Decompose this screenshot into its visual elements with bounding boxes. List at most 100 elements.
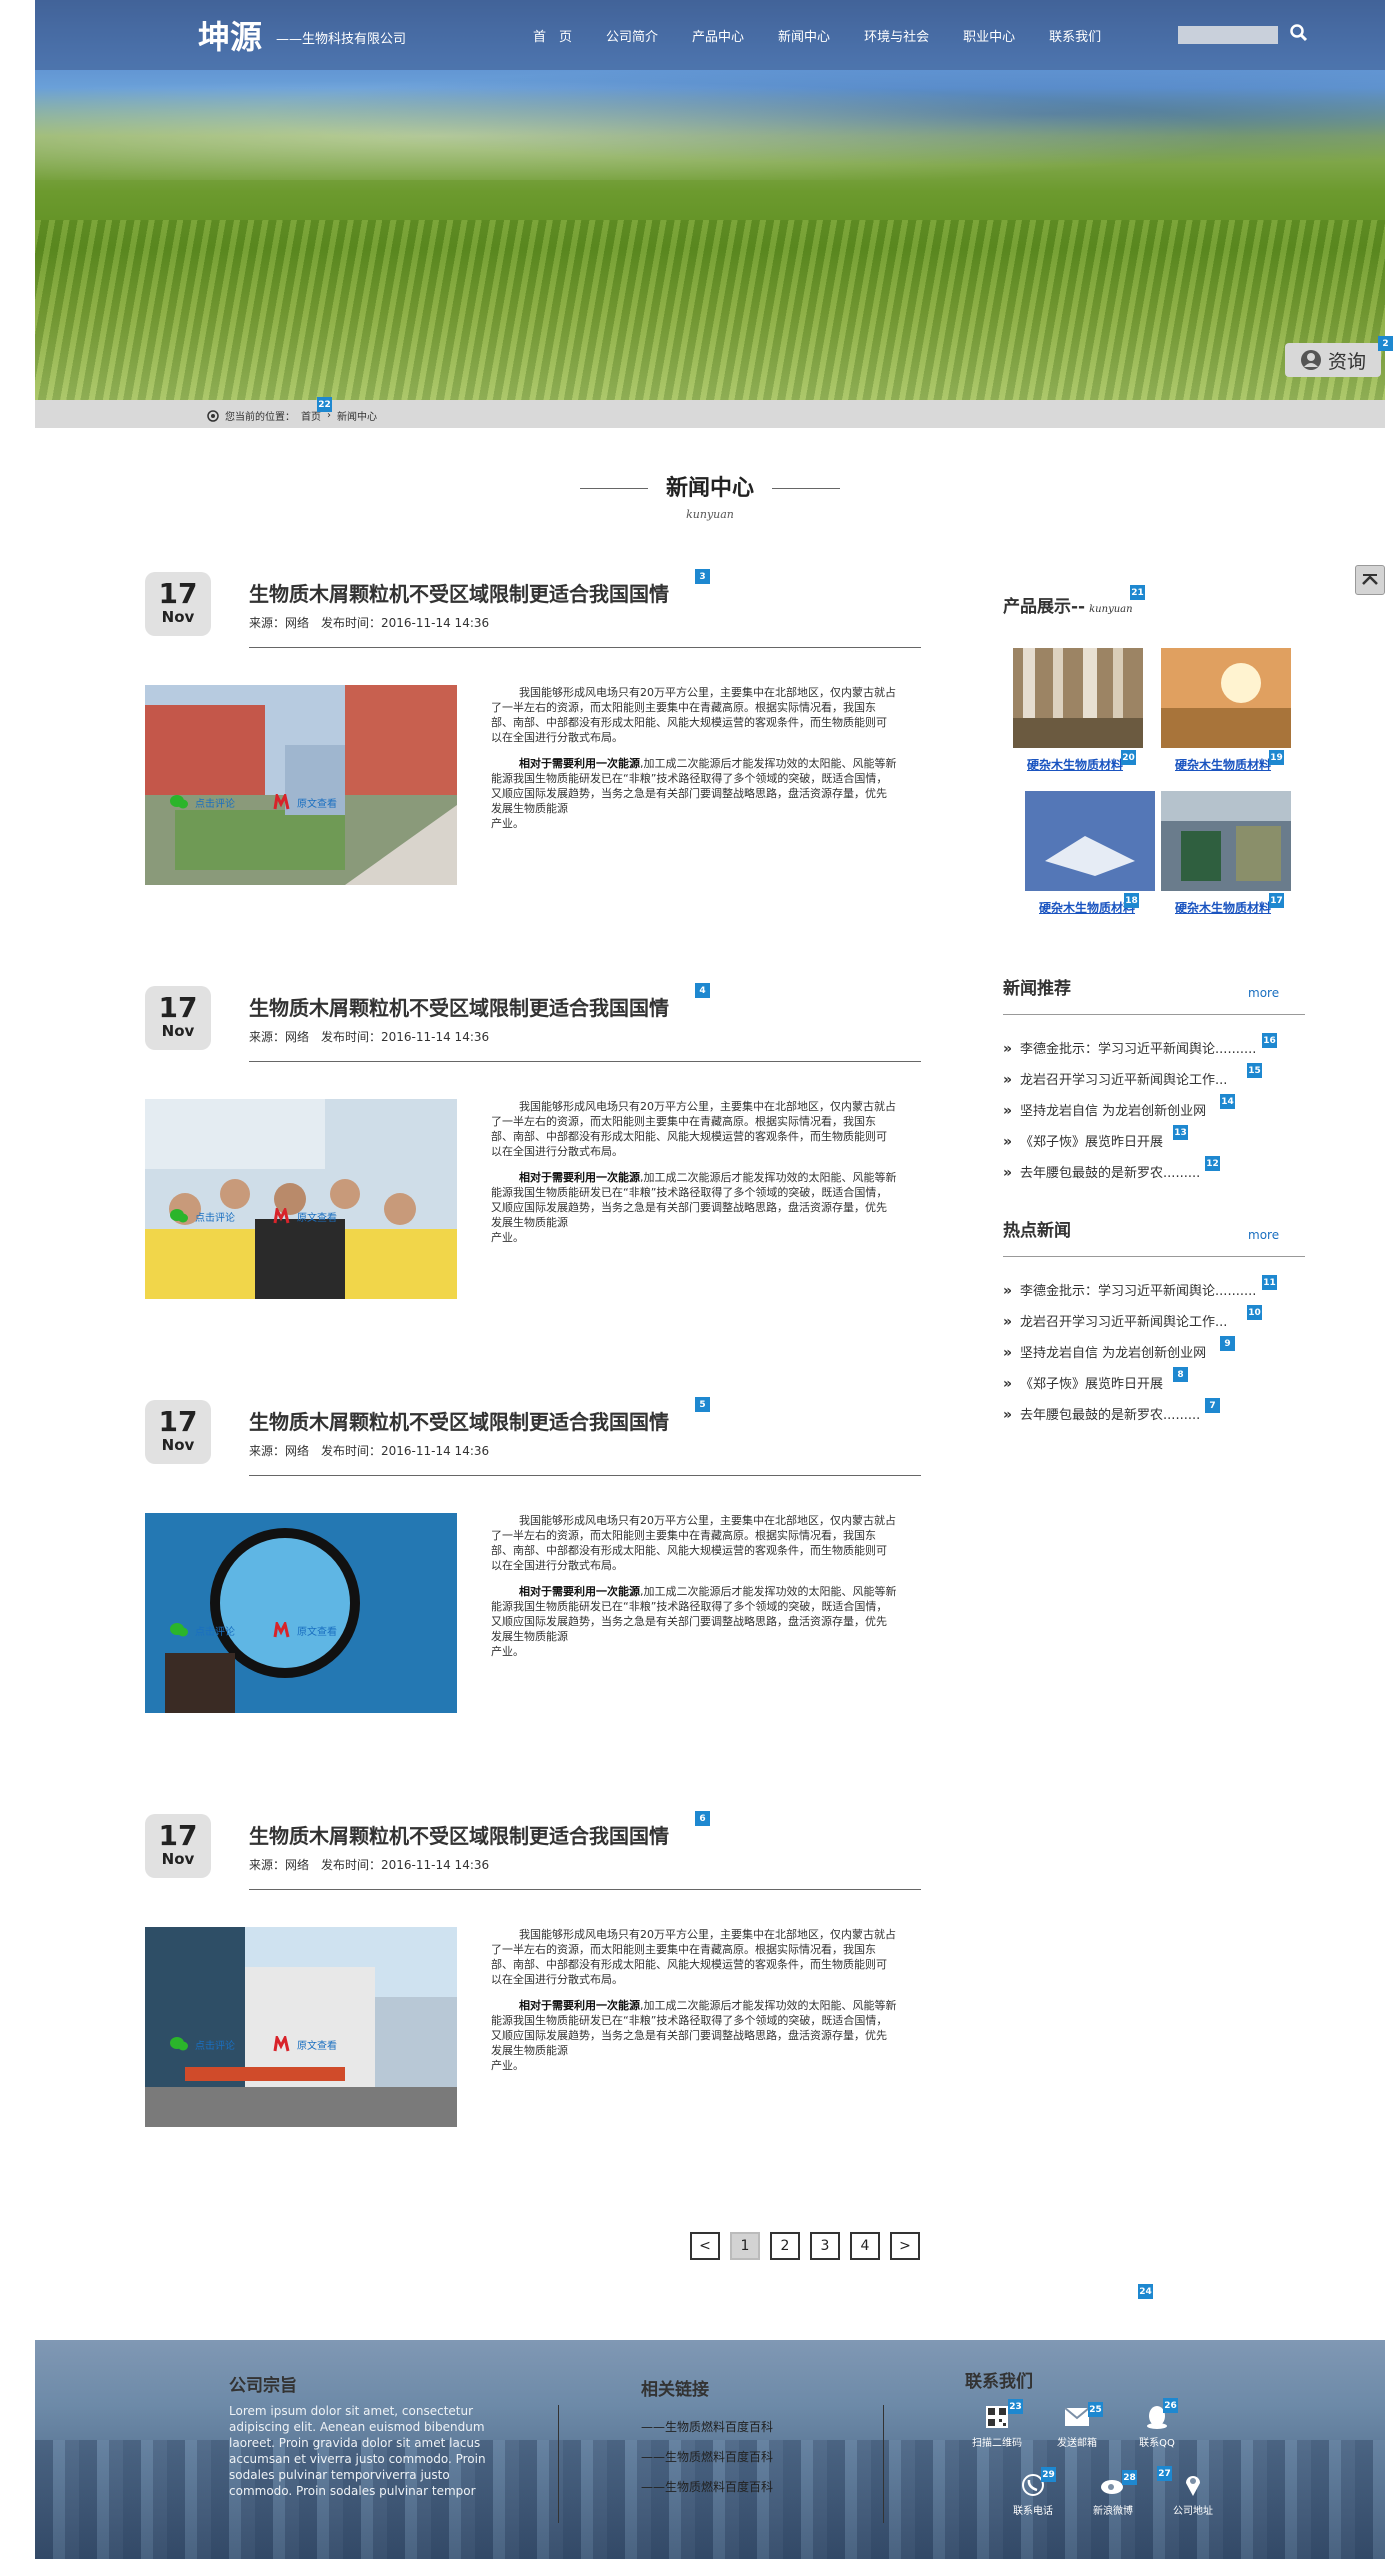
view-original-link[interactable]: 原文查看	[273, 1622, 337, 1638]
comment-link[interactable]: 点击评论	[169, 794, 235, 810]
main-nav: 首 页 公司简介 产品中心 新闻中心 环境与社会 职业中心 联系我们	[533, 26, 1135, 45]
products-subtitle: kunyuan	[1089, 604, 1133, 615]
article-image[interactable]	[145, 685, 457, 885]
product-image	[1161, 648, 1291, 748]
news-item[interactable]: » 去年腰包最鼓的是新罗农.........	[1003, 1405, 1303, 1436]
product-card[interactable]: 硬杂木生物质材料	[1013, 648, 1143, 772]
divider	[580, 488, 648, 489]
page-button[interactable]: 1	[730, 2232, 760, 2260]
article-body: 我国能够形成风电场只有20万平方公里，主要集中在北部地区，仅内蒙古就占了一半左右…	[491, 685, 897, 842]
news-item-label: 去年腰包最鼓的是新罗农.........	[1020, 1408, 1201, 1423]
search-input[interactable]	[1178, 26, 1278, 44]
view-original-link[interactable]: 原文查看	[273, 794, 337, 810]
consult-button[interactable]: 资询	[1285, 343, 1381, 377]
logo-subtitle: ——生物科技有限公司	[276, 32, 407, 47]
divider	[249, 1061, 921, 1062]
nav-products[interactable]: 产品中心	[692, 26, 744, 45]
news-item[interactable]: » 《郑子恢》展览昨日开展	[1003, 1132, 1303, 1163]
article-title[interactable]: 生物质木屑颗粒机不受区域限制更适合我国国情	[249, 992, 669, 1021]
divider	[1003, 1256, 1305, 1257]
qq-link[interactable]: 联系QQ	[1127, 2404, 1187, 2449]
double-chevron-icon: »	[1003, 1165, 1013, 1181]
double-chevron-icon: »	[1003, 1134, 1013, 1150]
news-item[interactable]: » 坚持龙岩自信 为龙岩创新创业网	[1003, 1101, 1303, 1132]
article-title[interactable]: 生物质木屑颗粒机不受区域限制更适合我国国情	[249, 1406, 669, 1435]
highlight: 相对于需要利用一次能源	[519, 1171, 640, 1184]
divider	[558, 2405, 559, 2523]
badge: 18	[1124, 893, 1139, 908]
view-original-link[interactable]: 原文查看	[273, 2036, 337, 2052]
product-card[interactable]: 硬杂木生物质材料	[1161, 791, 1291, 915]
badge: 10	[1247, 1305, 1262, 1320]
wechat-icon	[170, 2037, 188, 2051]
page-frame: 坤源 ——生物科技有限公司 首 页 公司简介 产品中心 新闻中心 环境与社会 职…	[35, 0, 1393, 2559]
more-link[interactable]: more	[1248, 1228, 1279, 1242]
article-image[interactable]	[145, 1513, 457, 1713]
search-button[interactable]	[1288, 22, 1310, 44]
product-card[interactable]: 硬杂木生物质材料	[1161, 648, 1291, 772]
news-article: 17 Nov 生物质木屑颗粒机不受区域限制更适合我国国情 来源：网络 发布时间：…	[145, 572, 921, 972]
date-badge: 17 Nov	[145, 1400, 211, 1464]
highlight: 相对于需要利用一次能源	[519, 757, 640, 770]
nav-news[interactable]: 新闻中心	[778, 26, 830, 45]
more-link[interactable]: more	[1248, 986, 1279, 1000]
address-link[interactable]: 公司地址	[1163, 2472, 1223, 2517]
nav-contact[interactable]: 联系我们	[1049, 26, 1101, 45]
divider	[772, 488, 840, 489]
view-original-link[interactable]: 原文查看	[273, 1208, 337, 1224]
badge: 8	[1173, 1367, 1188, 1382]
nav-environment[interactable]: 环境与社会	[864, 26, 929, 45]
article-title[interactable]: 生物质木屑颗粒机不受区域限制更适合我国国情	[249, 578, 669, 607]
article-paragraph: 相对于需要利用一次能源,加工成二次能源后才能发挥功效的太阳能、风能等新能源我国生…	[491, 1584, 897, 1659]
campus-photo	[145, 685, 457, 885]
page-button[interactable]: 4	[850, 2232, 880, 2260]
footer-link[interactable]: ——生物质燃料百度百科	[641, 2418, 773, 2435]
article-paragraph: 相对于需要利用一次能源,加工成二次能源后才能发挥功效的太阳能、风能等新能源我国生…	[491, 1170, 897, 1245]
nav-about[interactable]: 公司简介	[606, 26, 658, 45]
news-item[interactable]: » 坚持龙岩自信 为龙岩创新创业网	[1003, 1343, 1303, 1374]
wood-photo	[1013, 648, 1143, 748]
next-page-button[interactable]: >	[890, 2232, 920, 2260]
comment-link[interactable]: 点击评论	[169, 2036, 235, 2052]
search-icon	[1290, 24, 1308, 42]
divider	[249, 1475, 921, 1476]
wheat-photo	[1161, 648, 1291, 748]
footer-link[interactable]: ——生物质燃料百度百科	[641, 2478, 773, 2495]
recommended-news-title: 新闻推荐	[1003, 979, 1071, 999]
double-chevron-icon: »	[1003, 1345, 1013, 1361]
products-heading: 产品展示-- kunyuan	[1003, 592, 1133, 617]
product-label: 硬杂木生物质材料	[1039, 901, 1136, 915]
comment-link[interactable]: 点击评论	[169, 1208, 235, 1224]
nav-careers[interactable]: 职业中心	[963, 26, 1015, 45]
news-item-label: 坚持龙岩自信 为龙岩创新创业网	[1020, 1346, 1207, 1361]
article-paragraph: 我国能够形成风电场只有20万平方公里，主要集中在北部地区，仅内蒙古就占了一半左右…	[491, 1514, 896, 1572]
footer-link[interactable]: ——生物质燃料百度百科	[641, 2448, 773, 2465]
news-item-label: 《郑子恢》展览昨日开展	[1020, 1377, 1164, 1392]
article-title[interactable]: 生物质木屑颗粒机不受区域限制更适合我国国情	[249, 1820, 669, 1849]
date-badge: 17 Nov	[145, 572, 211, 636]
article-meta: 来源：网络 发布时间：2016-11-14 14:36	[249, 1858, 490, 1872]
double-chevron-icon: »	[1003, 1041, 1013, 1057]
comment-link[interactable]: 点击评论	[169, 1622, 235, 1638]
back-to-top-button[interactable]	[1355, 565, 1385, 595]
page-button[interactable]: 2	[770, 2232, 800, 2260]
news-item[interactable]: » 去年腰包最鼓的是新罗农.........	[1003, 1163, 1303, 1194]
article-image[interactable]	[145, 1927, 457, 2127]
logo[interactable]: 坤源	[198, 12, 262, 58]
highlight: 相对于需要利用一次能源	[519, 1999, 640, 2012]
page-button[interactable]: 3	[810, 2232, 840, 2260]
nav-home[interactable]: 首 页	[533, 26, 572, 45]
date-month: Nov	[161, 1436, 195, 1454]
prev-page-button[interactable]: <	[690, 2232, 720, 2260]
badge: 15	[1247, 1063, 1262, 1078]
news-article: 17 Nov 生物质木屑颗粒机不受区域限制更适合我国国情 来源：网络 发布时间：…	[145, 1400, 921, 1800]
m-logo-icon	[273, 1208, 290, 1224]
article-image[interactable]	[145, 1099, 457, 1299]
date-badge: 17 Nov	[145, 986, 211, 1050]
news-item[interactable]: » 《郑子恢》展览昨日开展	[1003, 1374, 1303, 1405]
product-card[interactable]: 硬杂木生物质材料	[1025, 791, 1155, 915]
double-chevron-icon: »	[1003, 1407, 1013, 1423]
product-label: 硬杂木生物质材料	[1027, 758, 1124, 772]
double-chevron-icon: »	[1003, 1376, 1013, 1392]
divider	[249, 1889, 921, 1890]
